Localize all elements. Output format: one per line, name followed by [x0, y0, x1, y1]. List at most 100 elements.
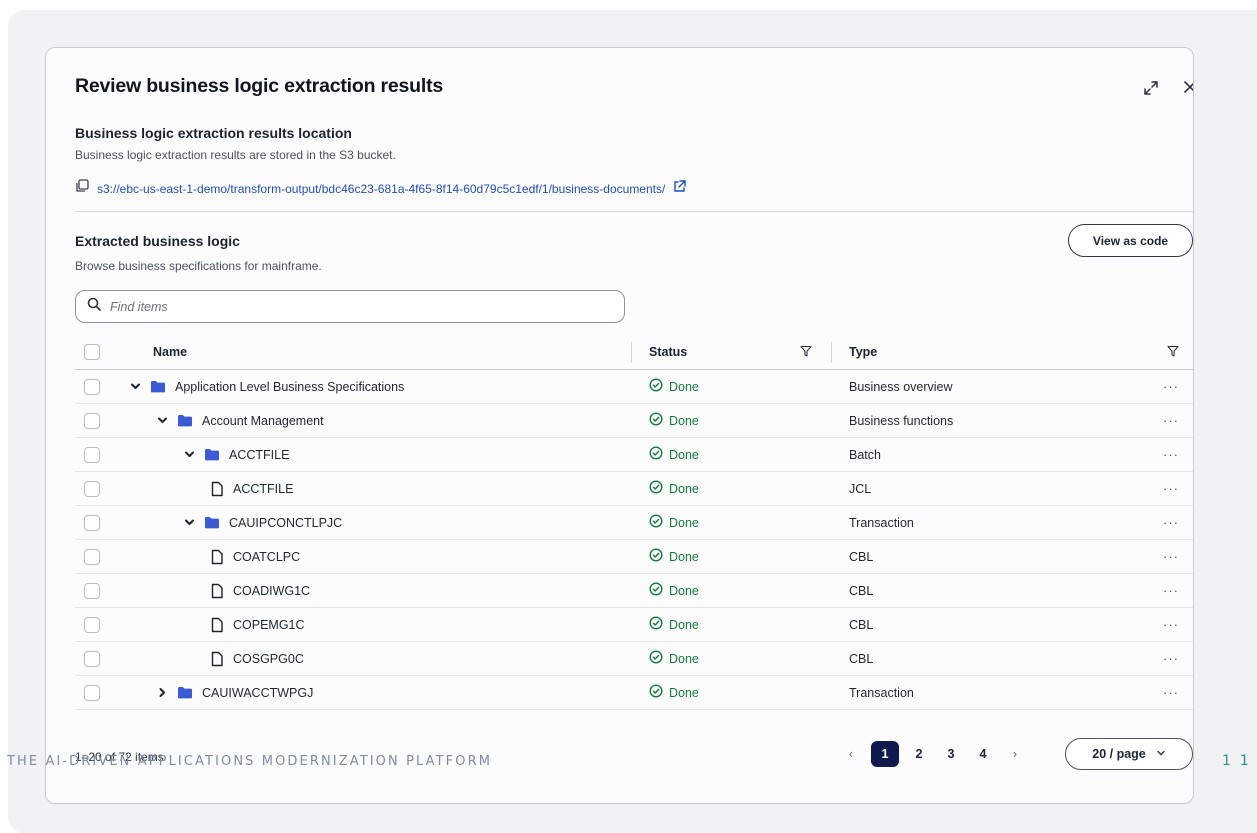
prev-page-button[interactable]: ‹: [835, 741, 867, 767]
column-separator: [631, 342, 632, 363]
type-cell: CBL: [849, 583, 874, 598]
row-checkbox[interactable]: [84, 378, 100, 395]
check-circle-icon: [649, 616, 663, 633]
table-body: Application Level Business Specification…: [75, 370, 1193, 710]
row-name[interactable]: ACCTFILE: [233, 482, 293, 496]
row-checkbox[interactable]: [84, 684, 100, 701]
status-cell: Done: [649, 642, 699, 675]
status-text: Done: [669, 549, 699, 564]
table-row[interactable]: COADIWG1C Done CBL ···: [75, 574, 1193, 608]
status-cell: Done: [649, 370, 699, 403]
section-divider: [75, 211, 1193, 212]
search-input[interactable]: [110, 299, 590, 314]
page-4-button[interactable]: 4: [967, 741, 999, 767]
row-checkbox[interactable]: [84, 616, 100, 633]
status-text: Done: [669, 651, 699, 666]
row-actions-button[interactable]: ···: [1163, 404, 1179, 437]
chevron-right-icon[interactable]: [156, 687, 168, 698]
next-page-button[interactable]: ›: [999, 741, 1031, 767]
row-actions-button[interactable]: ···: [1163, 506, 1179, 539]
row-checkbox[interactable]: [84, 446, 100, 463]
check-circle-icon: [649, 514, 663, 531]
check-circle-icon: [649, 650, 663, 667]
column-header-name[interactable]: Name: [153, 335, 187, 369]
row-checkbox[interactable]: [84, 412, 100, 429]
row-name[interactable]: ACCTFILE: [229, 448, 289, 462]
page-2-button[interactable]: 2: [903, 741, 935, 767]
column-header-status[interactable]: Status: [649, 335, 687, 369]
folder-icon: [204, 516, 220, 529]
pagination: ‹ 1 2 3 4 ›: [835, 738, 1031, 770]
select-all-checkbox[interactable]: [84, 344, 100, 360]
copy-icon[interactable]: [75, 179, 89, 198]
expand-icon[interactable]: [1141, 78, 1163, 100]
row-checkbox[interactable]: [84, 548, 100, 565]
row-actions-button[interactable]: ···: [1163, 574, 1179, 607]
row-name[interactable]: CAUIPCONCTLPJC: [229, 516, 342, 530]
type-cell: Transaction: [849, 685, 914, 700]
table-row[interactable]: ACCTFILE Done JCL ···: [75, 472, 1193, 506]
row-checkbox[interactable]: [84, 480, 100, 497]
table-row[interactable]: Account Management Done Business functions…: [75, 404, 1193, 438]
s3-uri-link[interactable]: s3://ebc-us-east-1-demo/transform-output…: [97, 182, 665, 196]
status-cell: Done: [649, 506, 699, 539]
row-name[interactable]: Application Level Business Specification…: [175, 380, 404, 394]
row-name[interactable]: Account Management: [202, 414, 324, 428]
type-cell: CBL: [849, 549, 874, 564]
row-actions-button[interactable]: ···: [1163, 676, 1179, 709]
table-row[interactable]: COSGPG0C Done CBL ···: [75, 642, 1193, 676]
folder-icon: [177, 686, 193, 699]
filter-icon[interactable]: [800, 345, 812, 360]
row-actions-button[interactable]: ···: [1163, 438, 1179, 471]
chevron-down-icon[interactable]: [129, 381, 141, 392]
table-row[interactable]: Application Level Business Specification…: [75, 370, 1193, 404]
row-actions-button[interactable]: ···: [1163, 608, 1179, 641]
check-circle-icon: [649, 446, 663, 463]
row-actions-button[interactable]: ···: [1163, 642, 1179, 675]
row-name[interactable]: COADIWG1C: [233, 584, 310, 598]
page-1-button[interactable]: 1: [871, 741, 899, 767]
chevron-down-icon[interactable]: [183, 449, 195, 460]
slide-number: 11: [1222, 753, 1257, 769]
chevron-down-icon[interactable]: [183, 517, 195, 528]
row-checkbox[interactable]: [84, 582, 100, 599]
table-row[interactable]: COPEMG1C Done CBL ···: [75, 608, 1193, 642]
row-name[interactable]: COPEMG1C: [233, 618, 305, 632]
row-name[interactable]: COATCLPC: [233, 550, 300, 564]
row-actions-button[interactable]: ···: [1163, 472, 1179, 505]
row-actions-button[interactable]: ···: [1163, 540, 1179, 573]
check-circle-icon: [649, 412, 663, 429]
type-cell: CBL: [849, 617, 874, 632]
page-size-label: 20 / page: [1092, 747, 1146, 761]
table-row[interactable]: CAUIPCONCTLPJC Done Transaction ···: [75, 506, 1193, 540]
status-text: Done: [669, 515, 699, 530]
page-3-button[interactable]: 3: [935, 741, 967, 767]
file-icon: [210, 481, 224, 497]
external-link-icon[interactable]: [673, 179, 687, 198]
filter-icon[interactable]: [1167, 345, 1179, 360]
status-cell: Done: [649, 608, 699, 641]
column-header-type[interactable]: Type: [849, 335, 877, 369]
file-icon: [210, 651, 224, 667]
table-row[interactable]: ACCTFILE Done Batch ···: [75, 438, 1193, 472]
row-checkbox[interactable]: [84, 650, 100, 667]
search-box: [75, 290, 625, 323]
close-icon[interactable]: [1180, 77, 1193, 99]
row-actions-button[interactable]: ···: [1163, 370, 1179, 403]
table-row[interactable]: COATCLPC Done CBL ···: [75, 540, 1193, 574]
row-checkbox[interactable]: [84, 514, 100, 531]
type-cell: JCL: [849, 481, 872, 496]
extracted-description: Browse business specifications for mainf…: [75, 259, 322, 273]
page-size-select[interactable]: 20 / page: [1065, 738, 1193, 770]
folder-icon: [204, 448, 220, 461]
status-cell: Done: [649, 540, 699, 573]
row-name[interactable]: CAUIWACCTWPGJ: [202, 686, 313, 700]
row-name[interactable]: COSGPG0C: [233, 652, 304, 666]
chevron-down-icon[interactable]: [156, 415, 168, 426]
table-row[interactable]: CAUIWACCTWPGJ Done Transaction ···: [75, 676, 1193, 710]
file-icon: [210, 617, 224, 633]
view-as-code-button[interactable]: View as code: [1068, 224, 1193, 257]
location-heading: Business logic extraction results locati…: [75, 125, 352, 141]
type-cell: Batch: [849, 447, 881, 462]
status-cell: Done: [649, 404, 699, 437]
